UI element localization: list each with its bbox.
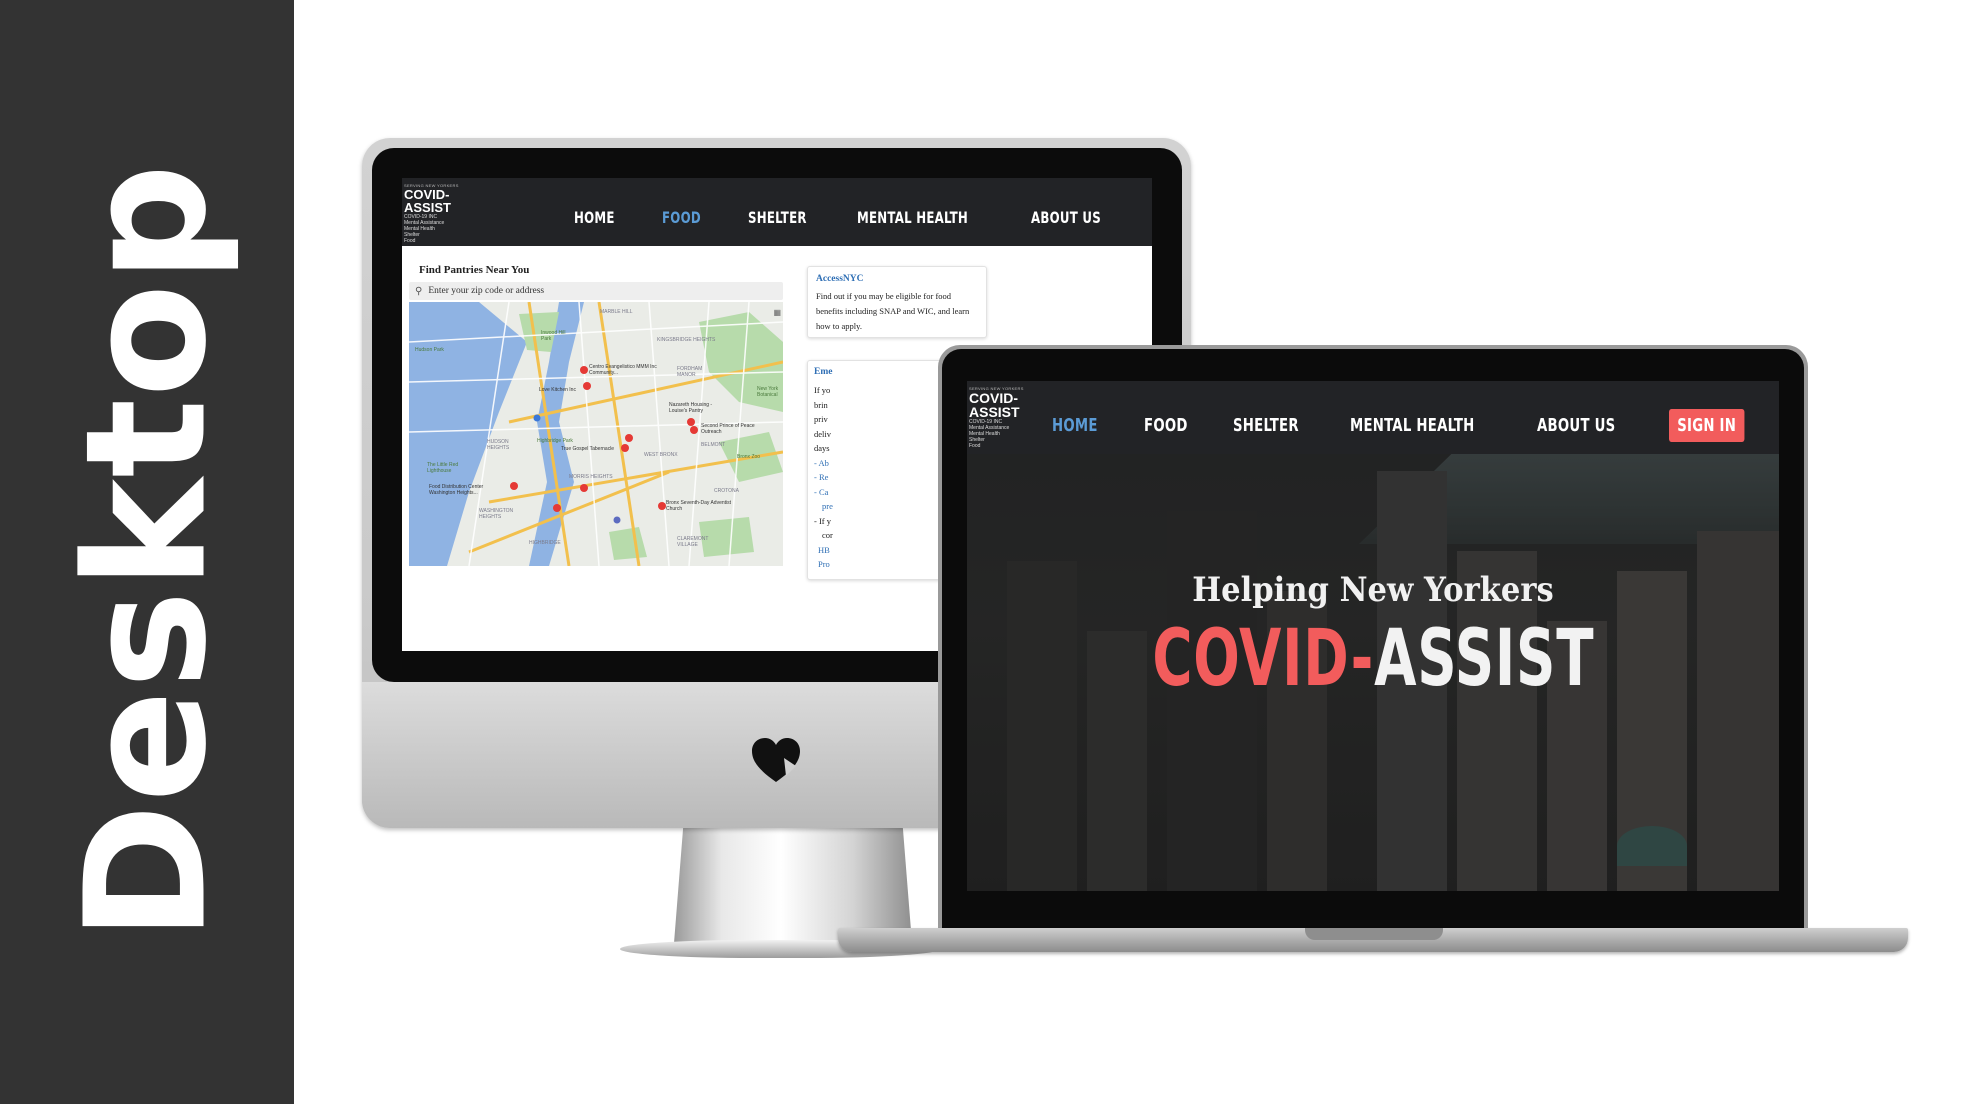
map-label: Highbridge Park bbox=[537, 438, 573, 444]
map-label: Love Kitchen Inc bbox=[539, 387, 576, 393]
logo-line2: ASSIST bbox=[969, 404, 1020, 420]
pantry-map[interactable]: MARBLE HILL Inwood Hill Park Hudson Park… bbox=[409, 302, 783, 566]
map-label: MORRIS HEIGHTS bbox=[569, 474, 613, 480]
map-label: The Little Red Lighthouse bbox=[427, 462, 459, 474]
map-label: BELMONT bbox=[701, 442, 726, 448]
nav-mental-health[interactable]: MENTAL HEALTH bbox=[1350, 415, 1475, 436]
laptop-notch bbox=[1305, 928, 1443, 940]
map-label: Bronx Zoo bbox=[737, 454, 761, 460]
map-grid-icon[interactable]: ▦ bbox=[773, 308, 781, 317]
map-label: New York Botanical bbox=[757, 386, 779, 398]
find-pantries-title: Find Pantries Near You bbox=[419, 264, 530, 276]
map-label: Hudson Park bbox=[415, 347, 444, 353]
accessnyc-card: AccessNYC Find out if you may be eligibl… bbox=[807, 266, 987, 338]
showcase-canvas: Desktop SERVING NEW YORKERS COVID- ASSIS… bbox=[0, 0, 1980, 1104]
sign-in-button[interactable]: SIGN IN bbox=[1669, 409, 1745, 442]
logo-line2: ASSIST bbox=[404, 200, 451, 215]
site-navbar: SERVING NEW YORKERS COVID- ASSIST COVID-… bbox=[967, 381, 1779, 454]
map-label: Second Prince of Peace Outreach bbox=[701, 423, 755, 435]
heart-logo-icon bbox=[752, 738, 800, 782]
hero-title-part1: COVID- bbox=[1151, 614, 1374, 704]
site-logo[interactable]: SERVING NEW YORKERS COVID- ASSIST COVID-… bbox=[404, 184, 459, 244]
logo-small-line: Food bbox=[404, 238, 416, 244]
side-label: Desktop bbox=[50, 162, 244, 942]
map-label: Food Distribution Center Washington Heig… bbox=[429, 484, 484, 496]
imac-stand bbox=[674, 823, 912, 943]
site-navbar: SERVING NEW YORKERS COVID- ASSIST COVID-… bbox=[402, 178, 1152, 246]
map-label: HUDSON HEIGHTS bbox=[487, 439, 510, 451]
map-label: CROTONA bbox=[714, 488, 739, 494]
hero-section: Helping New Yorkers COVID-ASSIST bbox=[967, 454, 1779, 891]
nav-about-us[interactable]: ABOUT US bbox=[1031, 208, 1101, 227]
map-label: Inwood Hill Park bbox=[541, 330, 566, 342]
nav-links: HOME FOOD SHELTER MENTAL HEALTH ABOUT US bbox=[574, 208, 1116, 227]
map-label: HIGHBRIDGE bbox=[529, 540, 561, 546]
map-label: True Gospel Tabernacle bbox=[561, 446, 615, 452]
map-label: FORDHAM MANOR bbox=[677, 366, 703, 378]
hero-title-part2: ASSIST bbox=[1373, 614, 1595, 704]
logo-line1: COVID- bbox=[969, 390, 1018, 406]
logo-small-line: Food bbox=[969, 443, 981, 449]
nav-shelter[interactable]: SHELTER bbox=[1233, 415, 1299, 436]
search-icon: ⚲ bbox=[415, 285, 423, 297]
map-label: CLAREMONT VILLAGE bbox=[677, 536, 709, 548]
nav-food[interactable]: FOOD bbox=[1144, 415, 1188, 436]
side-band: Desktop bbox=[0, 0, 294, 1104]
nav-about-us[interactable]: ABOUT US bbox=[1537, 415, 1615, 436]
map-label: Centro Evangelistico MMM Inc Community..… bbox=[589, 364, 657, 376]
nav-food[interactable]: FOOD bbox=[662, 208, 701, 227]
accessnyc-text: Find out if you may be eligible for food… bbox=[816, 291, 970, 331]
accessnyc-title[interactable]: AccessNYC bbox=[816, 274, 978, 284]
map-label: WASHINGTON HEIGHTS bbox=[479, 508, 514, 520]
nav-shelter[interactable]: SHELTER bbox=[748, 208, 807, 227]
map-label: WEST BRONX bbox=[644, 452, 678, 458]
map-label: MARBLE HILL bbox=[600, 309, 633, 315]
search-placeholder: Enter your zip code or address bbox=[428, 286, 545, 296]
site-logo[interactable]: SERVING NEW YORKERS COVID- ASSIST COVID-… bbox=[969, 387, 1024, 449]
laptop-screen: Helping New Yorkers COVID-ASSIST SERVING… bbox=[967, 381, 1779, 891]
nav-home[interactable]: HOME bbox=[1052, 415, 1098, 436]
nav-links: HOME FOOD SHELTER MENTAL HEALTH ABOUT US… bbox=[1052, 409, 1761, 442]
nav-mental-health[interactable]: MENTAL HEALTH bbox=[857, 208, 968, 227]
nav-home[interactable]: HOME bbox=[574, 208, 615, 227]
pantry-search-input[interactable]: ⚲ Enter your zip code or address bbox=[409, 282, 783, 300]
map-label: KINGSBRIDGE HEIGHTS bbox=[657, 337, 716, 343]
map-label: Nazareth Housing - Louise's Pantry bbox=[669, 402, 713, 414]
hero-title: COVID-ASSIST bbox=[967, 614, 1779, 704]
hero-subtitle: Helping New Yorkers bbox=[1192, 570, 1554, 610]
map-label: Bronx Seventh-Day Adventist Church bbox=[666, 500, 732, 512]
